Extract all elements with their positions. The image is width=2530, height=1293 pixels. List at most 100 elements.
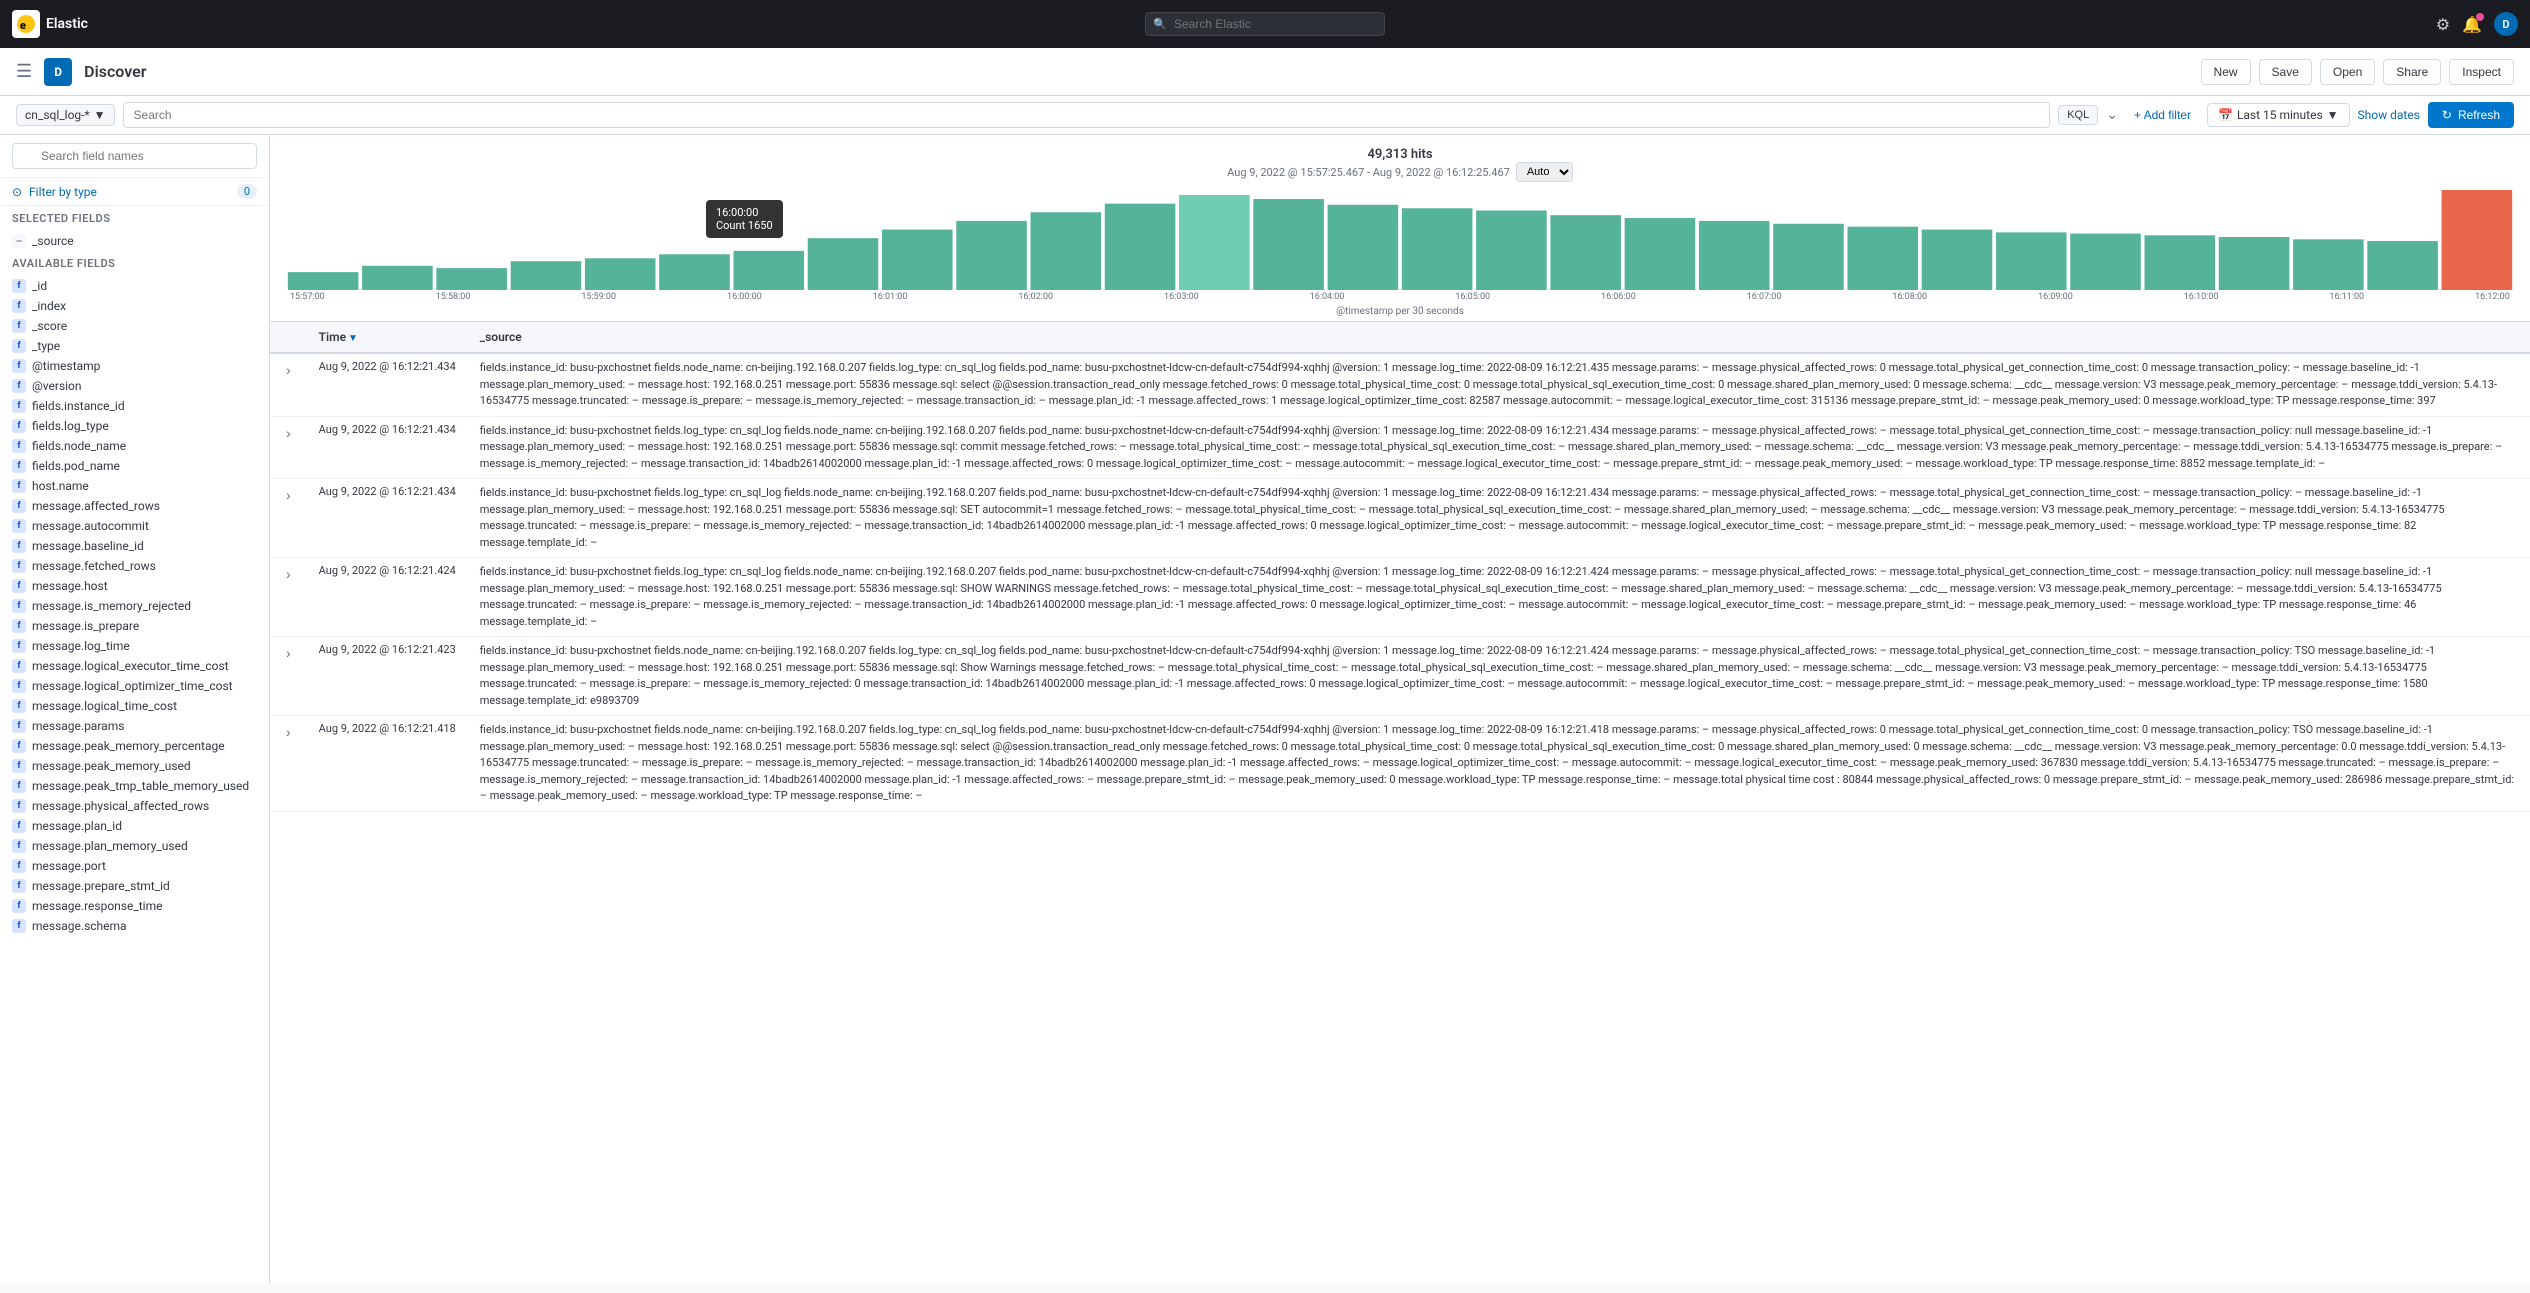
sidebar-item-logical-optimizer[interactable]: f message.logical_optimizer_time_cost — [0, 676, 269, 696]
row-expand-cell: › — [270, 479, 307, 558]
results-area[interactable]: Time▼ _source ›Aug 9, 2022 @ 16:12:21.43… — [270, 322, 2530, 1284]
sidebar-item-physical-affected[interactable]: f message.physical_affected_rows — [0, 796, 269, 816]
row-expand-cell: › — [270, 558, 307, 637]
sidebar-item-timestamp[interactable]: f @timestamp — [0, 356, 269, 376]
sidebar-item-id[interactable]: f _id — [0, 276, 269, 296]
user-avatar[interactable]: D — [2494, 12, 2518, 36]
field-badge-f: f — [12, 639, 26, 653]
sidebar-item-type[interactable]: f _type — [0, 336, 269, 356]
x-label-8: 16:05:00 — [1455, 292, 1490, 302]
x-label-3: 16:00:00 — [727, 292, 762, 302]
sidebar-item-host[interactable]: f message.host — [0, 576, 269, 596]
sidebar-item-score[interactable]: f _score — [0, 316, 269, 336]
sidebar-item-schema[interactable]: f message.schema — [0, 916, 269, 936]
sidebar-item-fetched-rows[interactable]: f message.fetched_rows — [0, 556, 269, 576]
row-expand-button[interactable]: › — [282, 722, 295, 742]
sidebar-item-pod-name[interactable]: f fields.pod_name — [0, 456, 269, 476]
sidebar-item-plan-id[interactable]: f message.plan_id — [0, 816, 269, 836]
sidebar-item-baseline-id[interactable]: f message.baseline_id — [0, 536, 269, 556]
source-cell: fields.instance_id: busu-pxchostnet fiel… — [468, 353, 2530, 416]
row-expand-button[interactable]: › — [282, 423, 295, 443]
sidebar-item-params[interactable]: f message.params — [0, 716, 269, 736]
global-search-bar[interactable]: 🔍 — [1145, 12, 1385, 36]
x-label-9: 16:06:00 — [1601, 292, 1636, 302]
refresh-button[interactable]: ↻ Refresh — [2428, 102, 2514, 128]
add-filter-button[interactable]: + Add filter — [2126, 104, 2199, 126]
sidebar-item-instance-id[interactable]: f fields.instance_id — [0, 396, 269, 416]
row-expand-button[interactable]: › — [282, 643, 295, 663]
chart-interval-select[interactable]: Auto — [1516, 162, 1573, 182]
row-expand-button[interactable]: › — [282, 485, 295, 505]
sidebar-item-log-type[interactable]: f fields.log_type — [0, 416, 269, 436]
chart-date-range: Aug 9, 2022 @ 15:57:25.467 - Aug 9, 2022… — [286, 162, 2514, 182]
field-badge-f: f — [12, 699, 26, 713]
time-column-header[interactable]: Time▼ — [307, 322, 468, 353]
table-header-row: Time▼ _source — [270, 322, 2530, 353]
field-item-source[interactable]: — _source — [0, 231, 269, 251]
app-title: Discover — [84, 62, 146, 81]
open-button[interactable]: Open — [2320, 59, 2375, 85]
field-badge-f: f — [12, 579, 26, 593]
sidebar-item-is-memory-rejected[interactable]: f message.is_memory_rejected — [0, 596, 269, 616]
sidebar-item-log-time[interactable]: f message.log_time — [0, 636, 269, 656]
sidebar-item-logical-time[interactable]: f message.logical_time_cost — [0, 696, 269, 716]
row-expand-button[interactable]: › — [282, 564, 295, 584]
svg-text:e: e — [20, 19, 26, 32]
field-badge-f: f — [12, 839, 26, 853]
sidebar-item-peak-tmp[interactable]: f message.peak_tmp_table_memory_used — [0, 776, 269, 796]
filter-by-type-button[interactable]: ⊙ Filter by type 0 — [0, 178, 269, 206]
field-badge-f: f — [12, 339, 26, 353]
filter-icon: ⊙ — [12, 185, 22, 199]
sidebar-item-peak-pct[interactable]: f message.peak_memory_percentage — [0, 736, 269, 756]
kql-badge[interactable]: KQL — [2058, 105, 2098, 125]
field-badge-f: f — [12, 539, 26, 553]
sidebar-item-prepare-stmt[interactable]: f message.prepare_stmt_id — [0, 876, 269, 896]
kql-options-icon[interactable]: ⌄ — [2106, 107, 2118, 123]
index-pattern-dropdown-icon: ▼ — [94, 108, 106, 122]
content-area: 49,313 hits Aug 9, 2022 @ 15:57:25.467 -… — [270, 135, 2530, 1284]
x-label-7: 16:04:00 — [1310, 292, 1345, 302]
new-button[interactable]: New — [2201, 59, 2251, 85]
time-cell: Aug 9, 2022 @ 16:12:21.423 — [307, 637, 468, 716]
sidebar-item-affected-rows[interactable]: f message.affected_rows — [0, 496, 269, 516]
notification-dot — [2476, 13, 2484, 21]
calendar-icon: 📅 — [2218, 108, 2233, 122]
sidebar-item-version[interactable]: f @version — [0, 376, 269, 396]
global-search-input[interactable] — [1145, 12, 1385, 36]
elastic-logo[interactable]: e Elastic — [12, 10, 92, 38]
sidebar-item-autocommit[interactable]: f message.autocommit — [0, 516, 269, 536]
inspect-button[interactable]: Inspect — [2449, 59, 2514, 85]
time-cell: Aug 9, 2022 @ 16:12:21.434 — [307, 479, 468, 558]
gear-icon[interactable]: ⚙ — [2436, 15, 2450, 34]
share-button[interactable]: Share — [2383, 59, 2441, 85]
table-row: › Aug 9, 2022 @ 16:12:21.423fields.instan… — [270, 637, 2530, 716]
save-button[interactable]: Save — [2259, 59, 2312, 85]
index-pattern-name: cn_sql_log-* — [25, 108, 90, 122]
source-cell: fields.instance_id: busu-pxchostnet fiel… — [468, 637, 2530, 716]
field-badge-f: f — [12, 799, 26, 813]
sidebar-item-response-time[interactable]: f message.response_time — [0, 896, 269, 916]
row-expand-button[interactable]: › — [282, 360, 295, 380]
field-badge-f: f — [12, 419, 26, 433]
search-icon: 🔍 — [1153, 18, 1167, 31]
time-picker-dropdown-icon: ▼ — [2327, 108, 2339, 122]
field-badge-f: f — [12, 779, 26, 793]
sidebar-item-logical-executor[interactable]: f message.logical_executor_time_cost — [0, 656, 269, 676]
show-dates-link[interactable]: Show dates — [2358, 108, 2420, 122]
kql-search-input[interactable] — [123, 102, 2051, 128]
time-picker[interactable]: 📅 Last 15 minutes ▼ — [2207, 103, 2350, 127]
sidebar-item-index[interactable]: f _index — [0, 296, 269, 316]
sidebar-item-plan-memory[interactable]: f message.plan_memory_used — [0, 836, 269, 856]
sidebar-item-node-name[interactable]: f fields.node_name — [0, 436, 269, 456]
hamburger-menu-icon[interactable]: ☰ — [16, 61, 32, 82]
field-badge-f: f — [12, 859, 26, 873]
sidebar-item-peak-memory[interactable]: f message.peak_memory_used — [0, 756, 269, 776]
index-pattern-selector[interactable]: cn_sql_log-* ▼ — [16, 104, 115, 126]
sidebar-item-host-name[interactable]: f host.name — [0, 476, 269, 496]
sidebar-item-is-prepare[interactable]: f message.is_prepare — [0, 616, 269, 636]
bell-icon[interactable]: 🔔 — [2462, 15, 2482, 34]
sidebar-item-port[interactable]: f message.port — [0, 856, 269, 876]
elastic-logo-icon: e — [12, 10, 40, 38]
sidebar-search-input[interactable] — [12, 143, 257, 169]
table-row: ›Aug 9, 2022 @ 16:12:21.434fields.instan… — [270, 353, 2530, 416]
